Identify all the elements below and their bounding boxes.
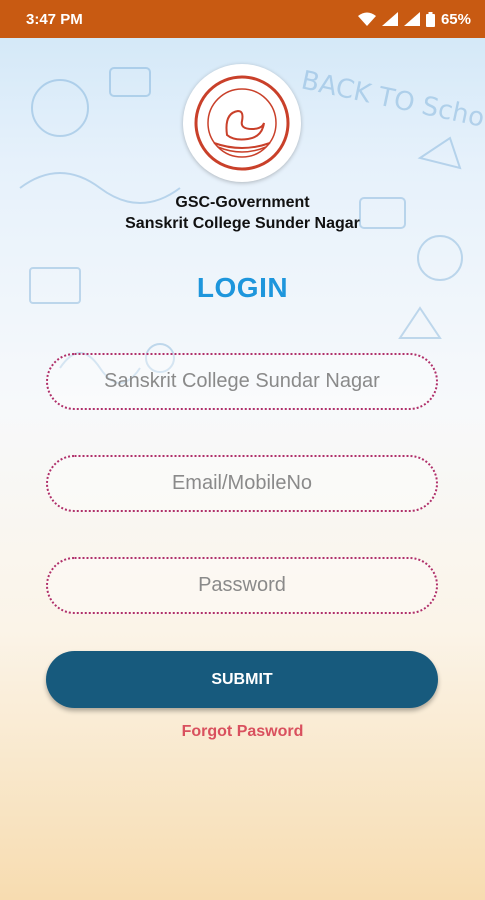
signal-icon xyxy=(381,12,398,26)
login-title: LOGIN xyxy=(196,272,289,303)
college-name: GSC-Government Sanskrit College Sunder N… xyxy=(0,192,485,234)
swan-emblem-icon xyxy=(194,75,290,171)
email-field[interactable] xyxy=(46,455,438,512)
password-field[interactable] xyxy=(46,557,438,614)
signal-icon-2 xyxy=(403,12,420,26)
status-time: 3:47 PM xyxy=(26,10,83,28)
battery-percent: 65% xyxy=(440,10,471,28)
forgot-password-link[interactable]: Forgot Pasword xyxy=(0,723,485,741)
submit-button[interactable]: SUBMIT xyxy=(46,651,438,708)
battery-icon xyxy=(425,11,435,27)
college-name-line2: Sanskrit College Sunder Nagar xyxy=(125,215,360,232)
college-field[interactable] xyxy=(46,353,438,410)
college-name-line1: GSC-Government xyxy=(175,194,310,211)
doodle-text: BACK TO School xyxy=(299,66,485,139)
status-bar: 3:47 PM 65% xyxy=(0,0,485,38)
college-logo xyxy=(183,64,301,182)
wifi-icon xyxy=(357,12,376,26)
status-icons: 65% xyxy=(357,10,471,28)
